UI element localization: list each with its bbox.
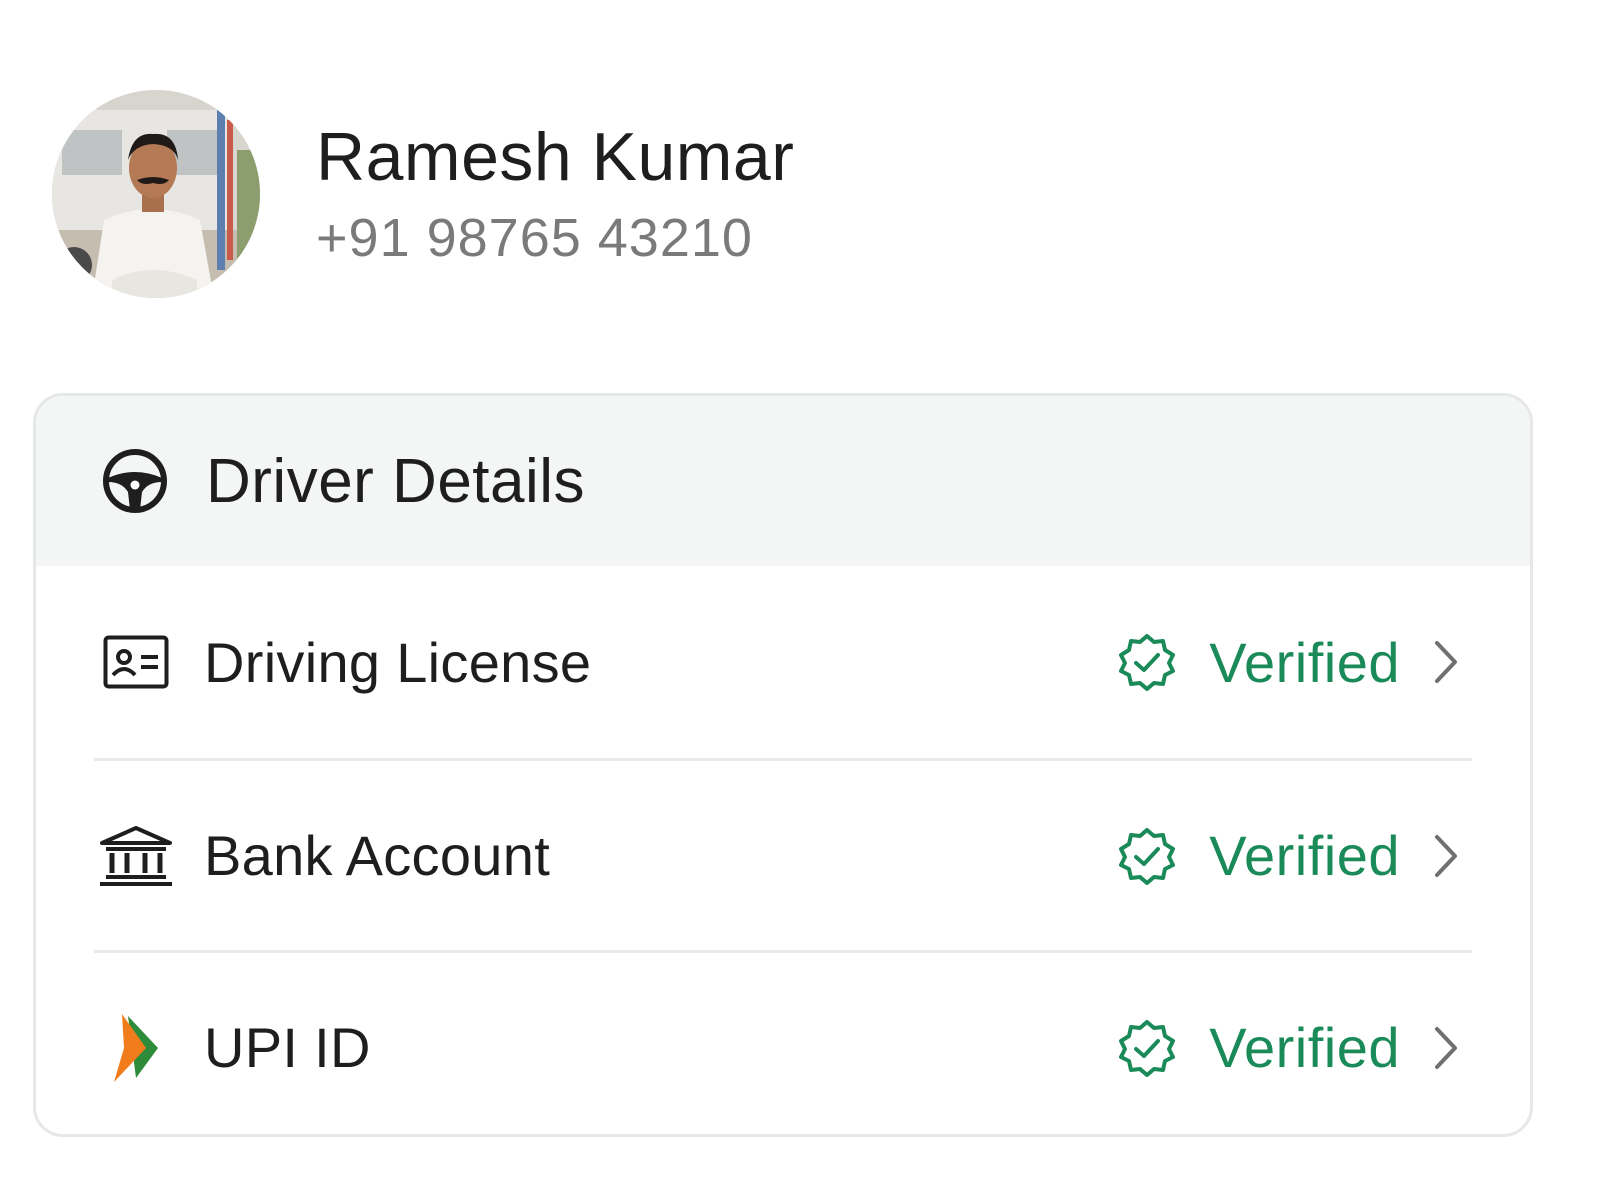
driver-details-card: Driver Details Driving License Verified … [33, 393, 1533, 1137]
status-text: Verified [1209, 1016, 1400, 1079]
chevron-right-icon[interactable] [1426, 1023, 1466, 1073]
chevron-right-icon[interactable] [1426, 831, 1466, 881]
bank-icon [96, 816, 176, 896]
driver-photo [52, 90, 260, 298]
verified-badge-icon [1117, 632, 1177, 692]
status-text: Verified [1209, 824, 1400, 887]
profile-header: Ramesh Kumar +91 98765 43210 [52, 90, 794, 298]
driving-license-label: Driving License [204, 630, 592, 694]
id-card-icon [96, 622, 176, 702]
verified-badge-icon [1117, 1018, 1177, 1078]
driving-license-status: Verified [1117, 566, 1400, 758]
upi-id-label: UPI ID [204, 1016, 371, 1079]
driving-license-row[interactable]: Driving License Verified [94, 566, 1472, 758]
profile-text: Ramesh Kumar +91 98765 43210 [316, 117, 794, 271]
card-title: Driver Details [206, 446, 586, 516]
bank-account-row[interactable]: Bank Account Verified [94, 758, 1472, 950]
upi-id-row[interactable]: UPI ID Verified [94, 950, 1472, 1134]
driver-profile-page: Ramesh Kumar +91 98765 43210 Driver Deta… [0, 0, 1600, 1200]
card-header: Driver Details [36, 396, 1530, 566]
avatar [52, 90, 260, 298]
upi-logo-icon [96, 1008, 176, 1088]
bank-account-label: Bank Account [204, 824, 551, 887]
chevron-right-icon[interactable] [1426, 637, 1466, 687]
upi-id-status: Verified [1117, 953, 1400, 1134]
details-list: Driving License Verified Bank Account Ve… [36, 566, 1530, 1134]
driver-name: Ramesh Kumar [316, 119, 795, 195]
bank-account-status: Verified [1117, 761, 1400, 950]
verified-badge-icon [1117, 826, 1177, 886]
status-text: Verified [1209, 630, 1400, 694]
driver-phone: +91 98765 43210 [316, 208, 753, 268]
steering-wheel-icon [102, 448, 168, 514]
